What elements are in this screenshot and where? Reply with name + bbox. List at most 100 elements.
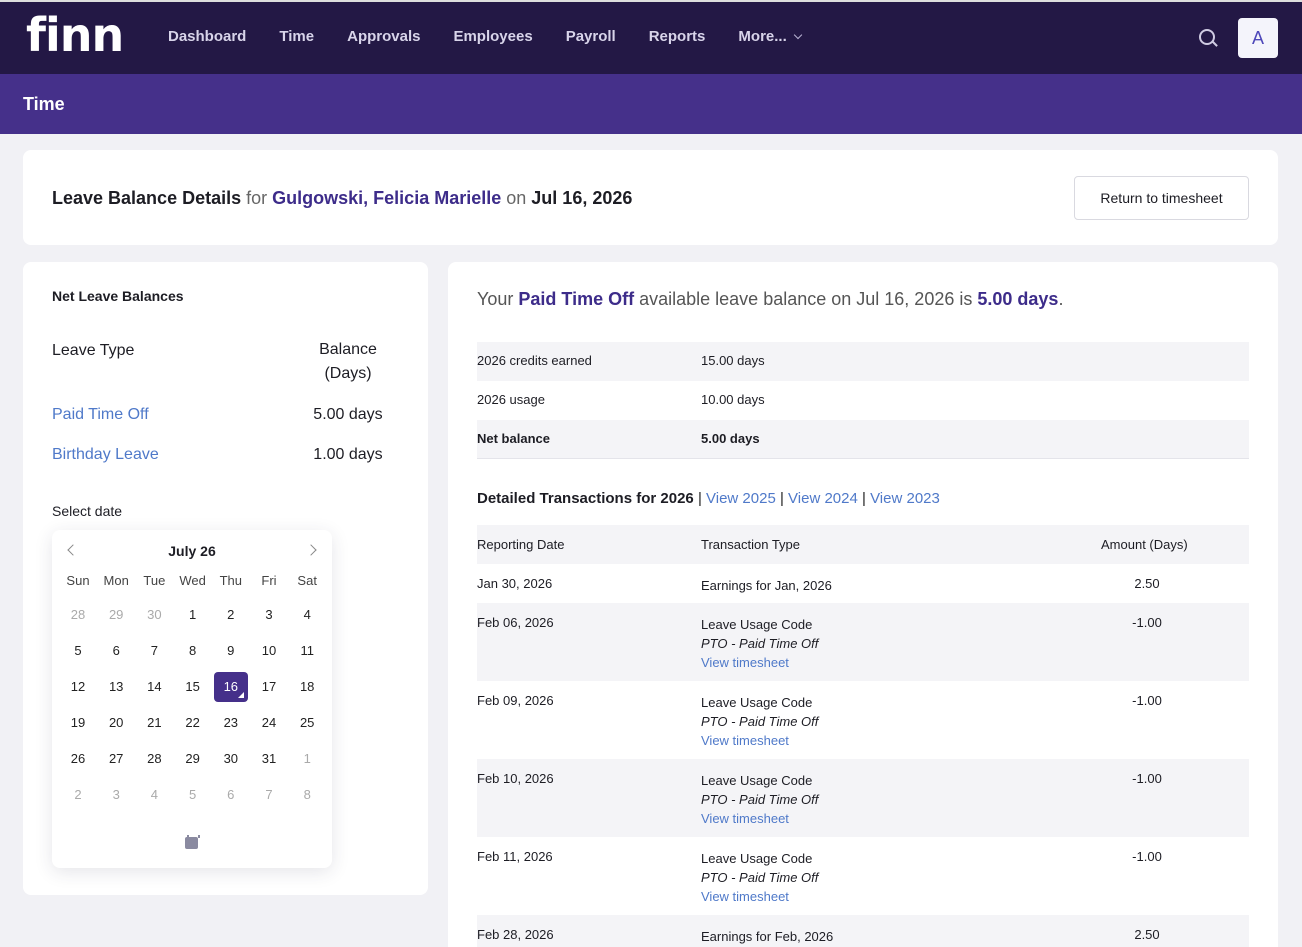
summary-text: . — [1058, 289, 1064, 309]
calendar-day[interactable]: 8 — [176, 636, 210, 666]
nav-time[interactable]: Time — [279, 28, 314, 45]
view-timesheet-link[interactable]: View timesheet — [701, 809, 818, 828]
date-picker: July 26 Sun Mon Tue Wed Thu Fri Sat 28 29 30 1 2 3 4… — [52, 530, 332, 868]
calendar-day[interactable]: 17 — [252, 672, 286, 702]
view-timesheet-link[interactable]: View timesheet — [701, 887, 818, 906]
amount: -1.00 — [1132, 693, 1162, 708]
leave-code: PTO - Paid Time Off — [701, 714, 819, 729]
calendar-day[interactable]: 28 — [61, 600, 95, 630]
calendar-day[interactable]: 5 — [61, 636, 95, 666]
calendar-day[interactable]: 21 — [137, 708, 171, 738]
calendar-day[interactable]: 4 — [290, 600, 324, 630]
nav-approvals[interactable]: Approvals — [347, 28, 420, 45]
select-date-label: Select date — [52, 503, 123, 519]
calendar-day[interactable]: 4 — [137, 780, 171, 810]
calendar-day[interactable]: 2 — [214, 600, 248, 630]
transaction-type-text: Leave Usage Code — [701, 773, 813, 788]
view-timesheet-link[interactable]: View timesheet — [701, 653, 818, 672]
table-row: Feb 28, 2026 Earnings for Feb, 2026 2.50 — [477, 915, 1249, 947]
reporting-date: Feb 10, 2026 — [477, 771, 554, 786]
calendar-day[interactable]: 12 — [61, 672, 95, 702]
balance-summary: Your Paid Time Off available leave balan… — [477, 289, 1063, 310]
summary-text: Your — [477, 289, 514, 309]
nav-more[interactable]: More... — [738, 28, 802, 45]
row-label: Net balance — [477, 431, 550, 446]
calendar-day[interactable]: 1 — [290, 744, 324, 774]
calendar-day[interactable]: 7 — [137, 636, 171, 666]
row-value: 15.00 days — [701, 353, 765, 368]
row-label: 2026 credits earned — [477, 353, 592, 368]
title-for: for — [246, 188, 268, 208]
row-label: 2026 usage — [477, 392, 545, 407]
calendar-day[interactable]: 14 — [137, 672, 171, 702]
return-to-timesheet-button[interactable]: Return to timesheet — [1074, 176, 1249, 220]
calendar-day[interactable]: 30 — [214, 744, 248, 774]
calendar-day[interactable]: 1 — [176, 600, 210, 630]
view-2024-link[interactable]: View 2024 — [788, 490, 858, 507]
leave-link-birthday-leave[interactable]: Birthday Leave — [52, 446, 159, 464]
transaction-type-text: Earnings for Jan, 2026 — [701, 578, 832, 593]
transaction-type: Leave Usage Code PTO - Paid Time Off View … — [701, 849, 818, 906]
nav-employees[interactable]: Employees — [453, 28, 532, 45]
calendar-day[interactable]: 31 — [252, 744, 286, 774]
nav-payroll[interactable]: Payroll — [566, 28, 616, 45]
leave-link-paid-time-off[interactable]: Paid Time Off — [52, 406, 149, 424]
view-timesheet-link[interactable]: View timesheet — [701, 731, 818, 750]
calendar-icon[interactable] — [185, 835, 200, 849]
balance-header: Balance (Days) — [319, 341, 377, 382]
calendar-day[interactable]: 6 — [214, 780, 248, 810]
header-card: Leave Balance Details for Gulgowski, Fel… — [23, 150, 1278, 245]
calendar-day[interactable]: 10 — [252, 636, 286, 666]
calendar-day[interactable]: 22 — [176, 708, 210, 738]
leave-type-header: Leave Type — [52, 342, 135, 359]
calendar-month-title[interactable]: July 26 — [52, 543, 332, 559]
calendar-day[interactable]: 18 — [290, 672, 324, 702]
calendar-day[interactable]: 5 — [176, 780, 210, 810]
app-logo[interactable]: finn — [26, 8, 124, 62]
calendar-day[interactable]: 13 — [99, 672, 133, 702]
amount: -1.00 — [1132, 615, 1162, 630]
calendar-day-selected[interactable]: 16 — [213, 672, 248, 702]
nav-dashboard[interactable]: Dashboard — [168, 28, 246, 45]
calendar-day[interactable]: 24 — [252, 708, 286, 738]
transaction-type: Leave Usage Code PTO - Paid Time Off View … — [701, 693, 818, 750]
calendar-day[interactable]: 29 — [99, 600, 133, 630]
calendar-day[interactable]: 8 — [290, 780, 324, 810]
reporting-date: Feb 11, 2026 — [477, 849, 553, 864]
calendar-day[interactable]: 20 — [99, 708, 133, 738]
calendar-day[interactable]: 27 — [99, 744, 133, 774]
weekday-label: Thu — [219, 573, 242, 588]
calendar-day[interactable]: 25 — [290, 708, 324, 738]
calendar-day[interactable]: 29 — [176, 744, 210, 774]
calendar-day[interactable]: 23 — [214, 708, 248, 738]
weekday-label: Tue — [143, 573, 166, 588]
avatar[interactable]: A — [1238, 18, 1278, 58]
view-2025-link[interactable]: View 2025 — [706, 490, 776, 507]
transactions-header: Reporting Date Transaction Type Amount (… — [477, 525, 1249, 564]
calendar-day[interactable]: 11 — [290, 636, 324, 666]
calendar-day[interactable]: 15 — [176, 672, 210, 702]
leave-value: 1.00 days — [313, 446, 383, 463]
calendar-day[interactable]: 7 — [252, 780, 286, 810]
calendar-day[interactable]: 19 — [61, 708, 95, 738]
calendar-day[interactable]: 9 — [214, 636, 248, 666]
calendar-day[interactable]: 6 — [99, 636, 133, 666]
calendar-day[interactable]: 2 — [61, 780, 95, 810]
calendar-day[interactable]: 28 — [137, 744, 171, 774]
leave-details-card: Your Paid Time Off available leave balan… — [448, 262, 1278, 947]
calendar-day[interactable]: 26 — [61, 744, 95, 774]
summary-text: available leave balance on Jul 16, 2026 … — [639, 289, 973, 309]
chevron-down-icon — [793, 30, 802, 39]
summary-leave-type: Paid Time Off — [518, 289, 635, 309]
calendar-day[interactable]: 3 — [99, 780, 133, 810]
employee-name: Gulgowski, Felicia Marielle — [272, 188, 502, 208]
search-icon[interactable] — [1199, 29, 1215, 45]
view-2023-link[interactable]: View 2023 — [870, 490, 940, 507]
weekday-label: Mon — [103, 573, 129, 588]
weekday-label: Sun — [66, 573, 90, 588]
summary-amount: 5.00 days — [977, 289, 1059, 309]
calendar-day[interactable]: 3 — [252, 600, 286, 630]
row-value: 10.00 days — [701, 392, 765, 407]
nav-reports[interactable]: Reports — [649, 28, 706, 45]
calendar-day[interactable]: 30 — [137, 600, 171, 630]
